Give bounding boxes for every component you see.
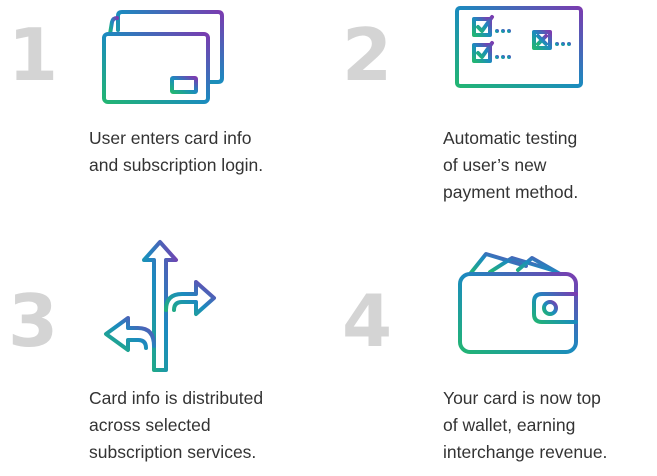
step-number: 1 [8,13,59,97]
monitor-checklist-icon [454,5,584,110]
step-caption: User enters card info and subscription l… [89,128,264,175]
step-number: 4 [342,279,393,363]
step-number: 3 [8,279,59,363]
step-caption: Automatic testing of user’s new payment … [443,128,579,202]
step-number: 2 [342,13,393,97]
credit-card-icon [100,8,232,108]
branching-arrows-icon [100,236,220,376]
wallet-icon [456,248,582,356]
step-caption: Card info is distributed across selected… [89,388,264,462]
step-caption: Your card is now top of wallet, earning … [443,388,608,462]
